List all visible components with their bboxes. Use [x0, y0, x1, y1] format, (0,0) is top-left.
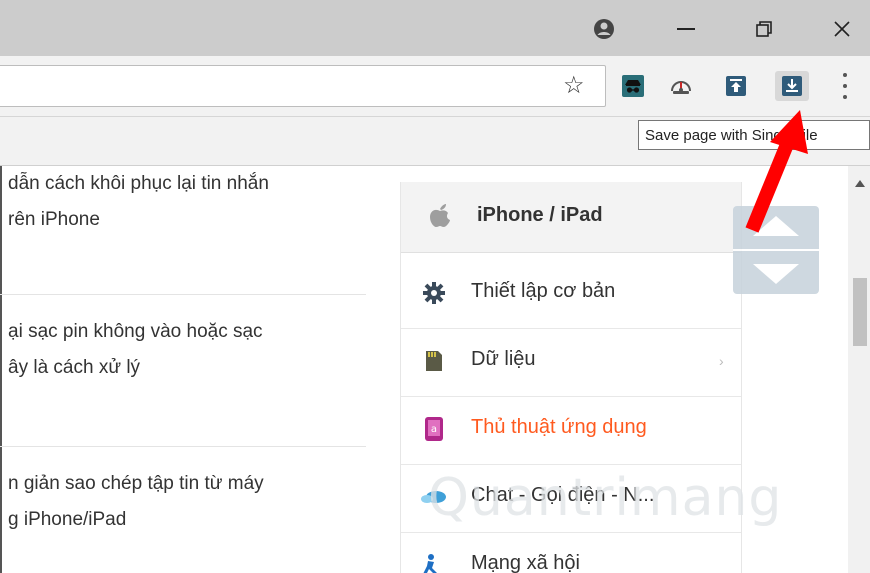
menu-item-label: Thiết lập cơ bản	[471, 280, 616, 302]
scroll-up-icon[interactable]	[753, 216, 799, 236]
article-title[interactable]: dẫn cách khôi phục lại tin nhắn rên iPho…	[8, 166, 269, 238]
menu-header[interactable]: iPhone / iPad	[401, 182, 741, 253]
close-icon	[834, 21, 850, 37]
watermark-logo: Quantrimang	[428, 468, 783, 528]
article-line: n giản sao chép tập tin từ máy	[8, 473, 264, 494]
divider	[0, 294, 366, 295]
article-line: dẫn cách khôi phục lại tin nhắn	[8, 173, 269, 194]
scroll-arrows-widget[interactable]	[733, 206, 819, 294]
page-content: dẫn cách khôi phục lại tin nhắn rên iPho…	[0, 166, 848, 573]
singlefile-save-button[interactable]	[775, 71, 809, 101]
restore-button[interactable]	[744, 12, 784, 46]
speedometer-extension-icon[interactable]	[670, 75, 692, 97]
social-network-icon	[421, 552, 447, 573]
star-icon[interactable]: ☆	[563, 72, 585, 100]
restore-icon	[756, 21, 772, 37]
scrollbar-thumb[interactable]	[853, 278, 867, 346]
menu-title: iPhone / iPad	[477, 204, 603, 226]
apple-icon	[427, 202, 453, 228]
incognito-extension-icon[interactable]	[622, 75, 644, 97]
article-line: ại sạc pin không vào hoặc sạc	[8, 321, 263, 342]
menu-item-label: Mạng xã hội	[471, 552, 580, 573]
upload-extension-icon[interactable]	[725, 75, 747, 97]
minimize-icon	[677, 28, 695, 30]
article-line: ây là cách xử lý	[8, 357, 141, 378]
chevron-right-icon: ›	[719, 353, 724, 369]
sd-card-icon	[421, 348, 447, 374]
more-vertical-icon[interactable]	[840, 73, 850, 99]
close-button[interactable]	[822, 12, 862, 46]
singlefile-save-icon	[782, 76, 802, 96]
minimize-button[interactable]	[666, 12, 706, 46]
svg-text:a: a	[431, 424, 437, 435]
article-title[interactable]: ại sạc pin không vào hoặc sạc ây là cách…	[8, 314, 263, 386]
browser-toolbar: ☆	[0, 56, 870, 117]
scroll-up-arrow-icon[interactable]	[855, 180, 865, 187]
divider	[0, 446, 366, 447]
app-phone-icon: a	[421, 416, 447, 442]
gear-icon	[421, 280, 447, 306]
menu-item-app-tips[interactable]: a Thủ thuật ứng dụng	[401, 396, 741, 465]
content-left-border	[0, 166, 2, 573]
menu-item-label: Thủ thuật ứng dụng	[471, 416, 647, 438]
article-line: g iPhone/iPad	[8, 509, 127, 530]
account-circle-icon[interactable]	[584, 12, 624, 46]
article-line: rên iPhone	[8, 209, 100, 230]
menu-item-label: Dữ liệu	[471, 348, 536, 370]
menu-item-social[interactable]: Mạng xã hội	[401, 532, 741, 573]
article-title[interactable]: n giản sao chép tập tin từ máy g iPhone/…	[8, 466, 264, 538]
tooltip: Save page with SingleFile	[638, 120, 870, 150]
page-scrollbar[interactable]	[848, 166, 870, 573]
window-titlebar	[0, 0, 870, 56]
scroll-down-icon[interactable]	[753, 264, 799, 284]
menu-item-basic-settings[interactable]: Thiết lập cơ bản	[401, 260, 741, 329]
menu-item-data[interactable]: Dữ liệu ›	[401, 328, 741, 397]
address-bar[interactable]: ☆	[0, 65, 606, 107]
